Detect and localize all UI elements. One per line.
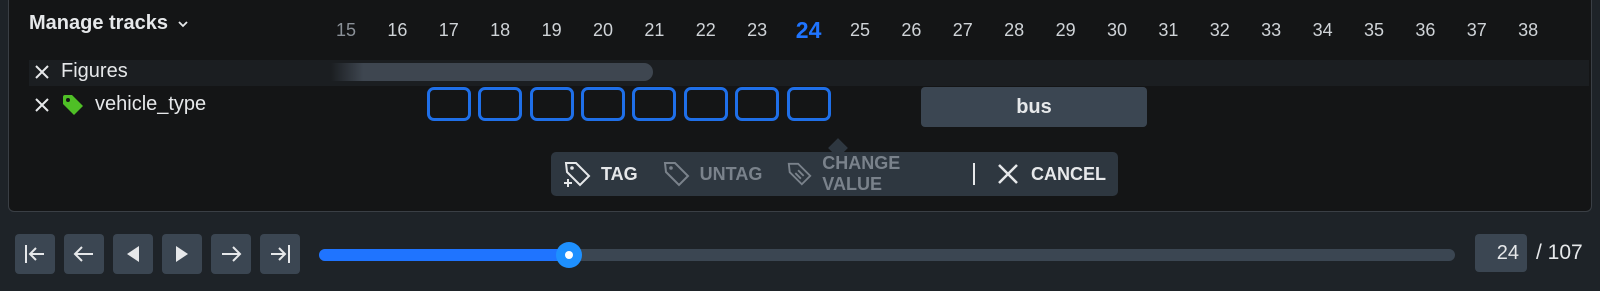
- previous-frame-button[interactable]: [64, 234, 104, 274]
- frame-number-38[interactable]: 38: [1508, 20, 1548, 41]
- track-row-figures: [29, 60, 1589, 86]
- tag-button[interactable]: TAG: [551, 159, 650, 189]
- first-frame-button[interactable]: [15, 234, 55, 274]
- tag-segment-frame-22[interactable]: [683, 87, 728, 121]
- frame-number-36[interactable]: 36: [1405, 20, 1445, 41]
- tag-segment-frame-23[interactable]: [735, 87, 780, 121]
- frame-number-25[interactable]: 25: [840, 20, 880, 41]
- arrow-left-icon: [73, 246, 93, 262]
- tag-segment-frame-20[interactable]: [581, 87, 625, 121]
- track-label-vehicle-type: vehicle_type: [33, 93, 206, 116]
- frame-number-18[interactable]: 18: [480, 20, 520, 41]
- frame-slider-track[interactable]: [319, 249, 1455, 261]
- timeline-panel: Manage tracks 15 16 17 18 19 20 21 22 23 24 25 26 27…: [8, 0, 1592, 212]
- remove-track-figures-icon[interactable]: [33, 63, 51, 81]
- cancel-button-label: CANCEL: [1031, 163, 1106, 184]
- frame-number-30[interactable]: 30: [1097, 20, 1137, 41]
- skip-to-start-icon: [25, 245, 44, 263]
- play-backward-icon: [127, 246, 139, 262]
- frame-number-17[interactable]: 17: [429, 20, 469, 41]
- frame-number-15[interactable]: 15: [326, 20, 366, 41]
- frame-number-37[interactable]: 37: [1457, 20, 1497, 41]
- play-backward-button[interactable]: [113, 234, 153, 274]
- frame-ruler: 15 16 17 18 19 20 21 22 23 24 25 26 27 28 29 30 31 32 33 34…: [9, 17, 1591, 44]
- frame-number-35[interactable]: 35: [1354, 20, 1394, 41]
- tag-segment-frame-17[interactable]: [426, 87, 471, 121]
- frame-number-input[interactable]: [1475, 234, 1527, 272]
- tag-segment-frame-19[interactable]: [529, 87, 574, 121]
- frame-slider-thumb[interactable]: [555, 242, 582, 268]
- tag-toolbar: TAG UNTAG CHANGE VALUE CANCEL: [551, 152, 1118, 196]
- frame-number-24[interactable]: 24: [789, 17, 829, 44]
- frame-number-26[interactable]: 26: [891, 20, 931, 41]
- frame-number-22[interactable]: 22: [686, 20, 726, 41]
- tag-segment-frame-21[interactable]: [632, 87, 677, 121]
- change-value-button[interactable]: CHANGE VALUE: [774, 153, 967, 195]
- untag-button[interactable]: UNTAG: [650, 159, 775, 189]
- tag-add-icon: [564, 162, 591, 187]
- frame-number-20[interactable]: 20: [583, 20, 623, 41]
- play-forward-button[interactable]: [162, 234, 202, 274]
- frame-number-23[interactable]: 23: [737, 20, 777, 41]
- play-icon: [176, 246, 188, 262]
- frame-number-28[interactable]: 28: [994, 20, 1034, 41]
- track-label-figures: Figures: [33, 60, 128, 83]
- track-name: Figures: [61, 60, 128, 82]
- tag-segment-frame-18[interactable]: [478, 87, 523, 121]
- frame-number-27[interactable]: 27: [943, 20, 983, 41]
- cancel-button[interactable]: CANCEL: [981, 159, 1118, 189]
- frame-number-34[interactable]: 34: [1303, 20, 1343, 41]
- tag-icon: [63, 94, 83, 115]
- total-frames: / 107: [1536, 241, 1583, 264]
- frame-number-19[interactable]: 19: [532, 20, 572, 41]
- remove-track-vehicle-type-icon[interactable]: [33, 96, 51, 114]
- change-value-button-label: CHANGE VALUE: [822, 153, 901, 194]
- frame-number-29[interactable]: 29: [1046, 20, 1086, 41]
- tag-value-bus[interactable]: bus: [921, 87, 1147, 127]
- next-frame-button[interactable]: [211, 234, 251, 274]
- toolbar-divider: [973, 163, 975, 185]
- frame-number-31[interactable]: 31: [1148, 20, 1188, 41]
- skip-to-end-icon: [271, 245, 290, 263]
- frame-number-32[interactable]: 32: [1200, 20, 1240, 41]
- frame-number-21[interactable]: 21: [634, 20, 674, 41]
- figures-track-bar[interactable]: [331, 63, 653, 81]
- tag-remove-icon: [663, 162, 690, 187]
- tag-segment-frame-24[interactable]: [786, 87, 831, 121]
- tag-edit-icon: [788, 162, 812, 186]
- close-icon: [998, 164, 1018, 184]
- track-name: vehicle_type: [95, 93, 207, 115]
- last-frame-button[interactable]: [260, 234, 300, 274]
- tag-button-label: TAG: [601, 163, 638, 184]
- frame-slider-progress: [319, 249, 575, 261]
- untag-button-label: UNTAG: [699, 163, 763, 184]
- arrow-right-icon: [222, 246, 242, 262]
- frame-number-16[interactable]: 16: [377, 20, 417, 41]
- frame-number-33[interactable]: 33: [1251, 20, 1291, 41]
